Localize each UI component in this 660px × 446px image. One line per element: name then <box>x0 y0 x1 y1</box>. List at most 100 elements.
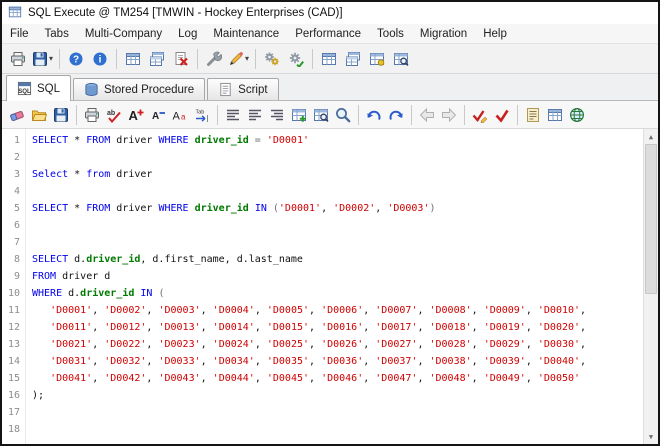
code-token: , <box>92 373 105 384</box>
dropdown-arrow-icon: ▾ <box>245 54 250 63</box>
code-token: 'D0003' <box>158 305 201 316</box>
code-token: 'D0041' <box>50 373 93 384</box>
tab-stored-procedure[interactable]: Stored Procedure <box>73 78 206 100</box>
code-token: 'D0028' <box>429 339 472 350</box>
sql-editor[interactable]: 1 2 3 4 5 6 7 8 9 10 11 12 13 14 15 16 17 18 SELECT * FRO… <box>2 129 658 444</box>
menu-item-multi-company[interactable]: Multi-Company <box>77 24 170 43</box>
menu-item-migration[interactable]: Migration <box>412 24 475 43</box>
indent-button[interactable]: Tab <box>191 104 213 126</box>
code-token: 'D0015' <box>266 322 310 333</box>
db-index-button[interactable] <box>365 47 389 71</box>
menu-item-log[interactable]: Log <box>170 24 205 43</box>
code-token: 'D0018' <box>429 322 472 333</box>
code-token: driver_id <box>194 203 249 214</box>
info-button[interactable]: i <box>88 47 112 71</box>
code-token: ( <box>266 203 279 214</box>
scroll-track[interactable] <box>644 294 658 429</box>
print-sql-button[interactable] <box>81 104 103 126</box>
find-button[interactable] <box>332 104 354 126</box>
menu-item-tools[interactable]: Tools <box>369 24 412 43</box>
clear-editor-button[interactable] <box>6 104 28 126</box>
redo-button[interactable] <box>385 104 407 126</box>
code-token: , <box>417 373 430 384</box>
next-sql-button[interactable] <box>438 104 460 126</box>
execute-sql-button[interactable] <box>491 104 513 126</box>
code-token: , d.first_name, d.last_name <box>140 254 303 265</box>
tools-button[interactable] <box>202 47 226 71</box>
previous-sql-button[interactable] <box>416 104 438 126</box>
table-icon <box>126 52 141 65</box>
help-button[interactable]: ? <box>64 47 88 71</box>
code-token: 'D0024' <box>212 339 255 350</box>
code-token: , <box>309 305 322 316</box>
menu-item-performance[interactable]: Performance <box>287 24 369 43</box>
code-token: WHERE <box>158 203 189 214</box>
vertical-scrollbar[interactable]: ▲ ▼ <box>643 129 658 444</box>
history-button[interactable] <box>522 104 544 126</box>
menu-item-tabs[interactable]: Tabs <box>37 24 77 43</box>
code-token: , <box>525 322 538 333</box>
font-select-button[interactable]: Aa <box>169 104 191 126</box>
code-line: Select * from driver <box>32 166 643 183</box>
code-token: , <box>200 305 213 316</box>
process-button[interactable] <box>284 47 308 71</box>
delete-script-button[interactable] <box>169 47 193 71</box>
tab-icon: Tab <box>196 109 208 122</box>
spell-check-button[interactable]: ab <box>103 104 125 126</box>
code-area[interactable]: SELECT * FROM driver WHERE driver_id = '… <box>26 129 643 444</box>
menu-item-file[interactable]: File <box>2 24 37 43</box>
table-query-button[interactable] <box>121 47 145 71</box>
tab-sql[interactable]: SQL SQL <box>6 75 72 101</box>
scroll-up-button[interactable]: ▲ <box>644 129 658 144</box>
menu-item-help[interactable]: Help <box>475 24 515 43</box>
info-icon: i <box>93 52 107 65</box>
code-token: 'D0019' <box>483 322 526 333</box>
font-decrease-button[interactable]: A <box>147 104 169 126</box>
code-token: IN <box>140 288 153 299</box>
code-token: , <box>580 339 587 350</box>
font-increase-button[interactable]: A <box>125 104 147 126</box>
tab-script[interactable]: Script <box>207 78 279 100</box>
code-token: , <box>92 356 105 367</box>
code-line: 'D0031', 'D0032', 'D0033', 'D0034', 'D00… <box>32 353 643 370</box>
print-button[interactable] <box>6 47 30 71</box>
code-token: driver <box>110 203 159 214</box>
db-structure-button[interactable] <box>341 47 365 71</box>
format-sql-button[interactable] <box>222 104 244 126</box>
code-token: ); <box>32 390 45 401</box>
code-line: SELECT d.driver_id, d.first_name, d.last… <box>32 251 643 268</box>
code-token: , <box>471 305 484 316</box>
save-file-button[interactable] <box>50 104 72 126</box>
menu-item-maintenance[interactable]: Maintenance <box>205 24 287 43</box>
code-token: , <box>525 373 538 384</box>
uppercase-keywords-button[interactable] <box>266 104 288 126</box>
edit-dropdown-button[interactable]: ▾ <box>226 47 251 71</box>
code-line: 'D0041', 'D0042', 'D0043', 'D0044', 'D00… <box>32 370 643 387</box>
code-token: from <box>86 169 111 180</box>
open-file-button[interactable] <box>28 104 50 126</box>
find-table-button[interactable] <box>310 104 332 126</box>
table-list-button[interactable] <box>145 47 169 71</box>
code-token: 'D0016' <box>321 322 364 333</box>
results-grid-button[interactable] <box>544 104 566 126</box>
undo-button[interactable] <box>363 104 385 126</box>
code-token: , <box>200 373 213 384</box>
validate-sql-button[interactable] <box>469 104 491 126</box>
db-tables-button[interactable] <box>317 47 341 71</box>
web-help-button[interactable] <box>566 104 588 126</box>
code-line: 'D0001', 'D0002', 'D0003', 'D0004', 'D00… <box>32 302 643 319</box>
line-number: 17 <box>7 407 20 418</box>
tables-icon <box>150 51 165 66</box>
scroll-down-button[interactable]: ▼ <box>644 429 658 444</box>
code-token: 'D0002' <box>104 305 147 316</box>
insert-table-button[interactable] <box>288 104 310 126</box>
code-token: 'D0022' <box>104 339 147 350</box>
db-browse-button[interactable] <box>389 47 413 71</box>
export-dropdown-button[interactable]: ▾ <box>30 47 55 71</box>
settings-button[interactable] <box>260 47 284 71</box>
code-token: 'D0037' <box>375 356 418 367</box>
comment-lines-button[interactable] <box>244 104 266 126</box>
code-token: 'D0034' <box>212 356 255 367</box>
scroll-thumb[interactable] <box>645 144 657 294</box>
app-icon <box>8 5 22 22</box>
